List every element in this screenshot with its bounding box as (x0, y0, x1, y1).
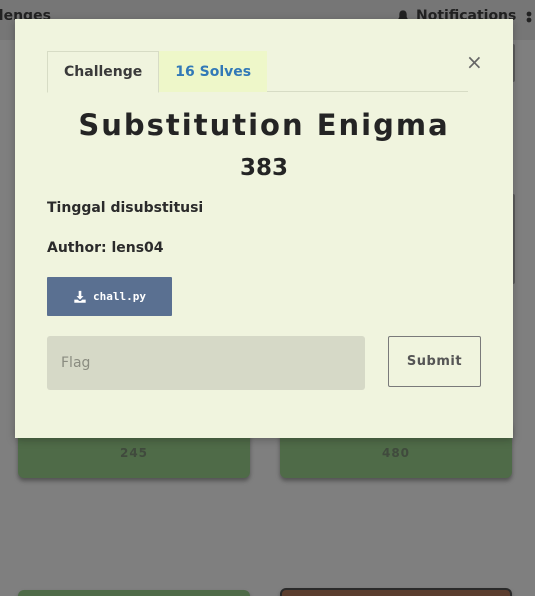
flag-input[interactable] (47, 336, 365, 390)
tab-solves-label: 16 Solves (175, 63, 252, 80)
close-icon[interactable]: × (466, 52, 483, 72)
challenge-points: 383 (239, 155, 288, 181)
challenge-author: Author: lens04 (47, 240, 164, 256)
tab-challenge[interactable]: Challenge (47, 51, 160, 93)
challenge-description: Tinggal disubstitusi (47, 200, 204, 216)
challenge-card-points: 245 (119, 446, 149, 460)
download-file-label: chall.py (93, 290, 146, 303)
challenge-card[interactable] (18, 590, 250, 596)
tab-solves[interactable]: 16 Solves (159, 51, 268, 92)
challenge-tabs: Challenge 16 Solves (47, 51, 468, 93)
team-icon[interactable] (524, 10, 535, 24)
download-file-button[interactable]: chall.py (47, 277, 172, 316)
challenge-card-points: 480 (381, 446, 411, 460)
challenge-card[interactable] (280, 588, 512, 596)
tab-challenge-label: Challenge (64, 64, 143, 80)
challenge-title: Substitution Enigma (78, 108, 450, 142)
submit-button[interactable]: Submit (388, 336, 481, 387)
download-icon (74, 290, 86, 303)
